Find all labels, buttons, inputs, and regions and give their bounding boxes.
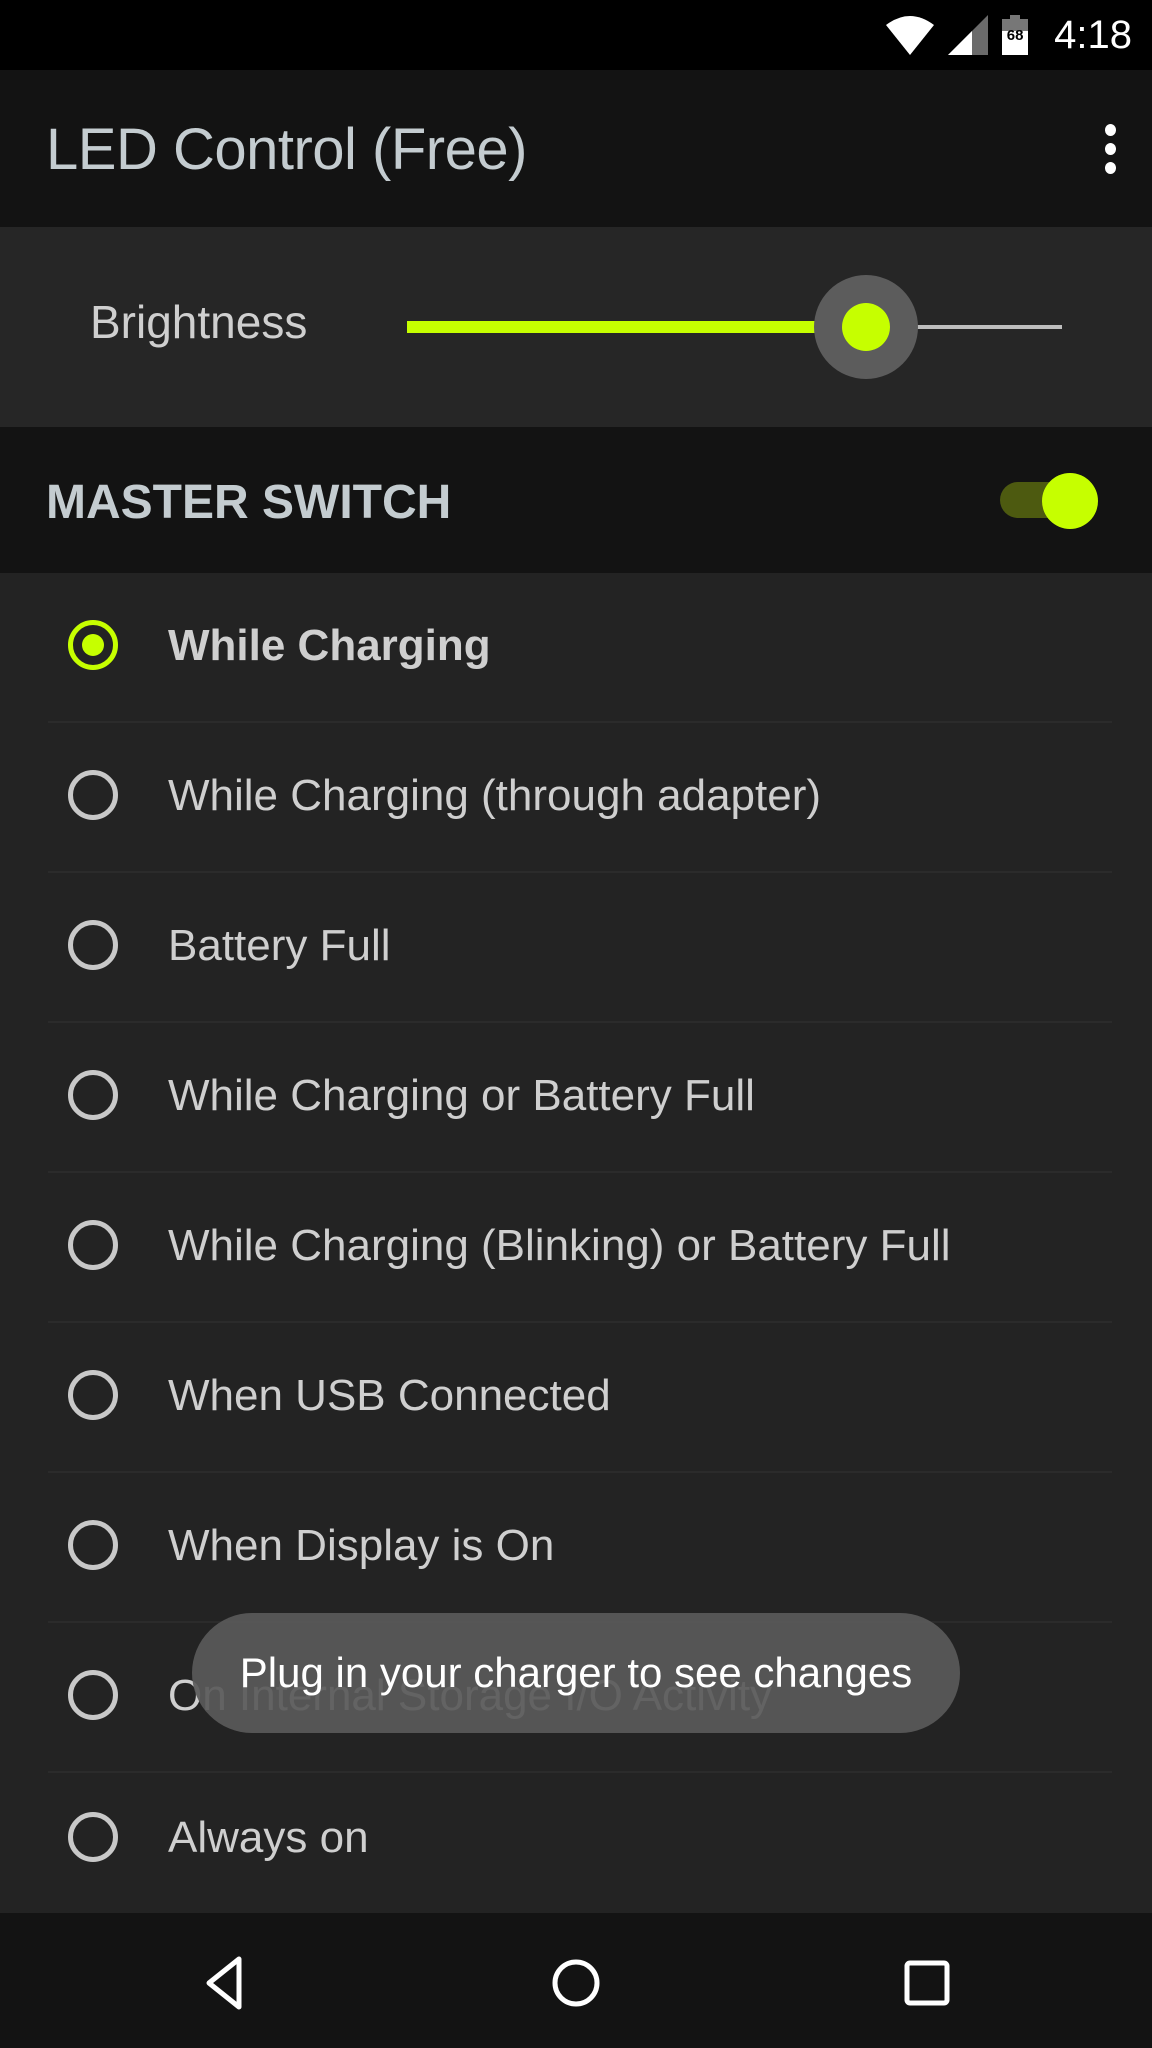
brightness-panel: Brightness (0, 227, 1152, 427)
status-icons: 68 4:18 (886, 0, 1132, 70)
list-item[interactable]: While Charging (through adapter) (0, 723, 1152, 873)
recents-icon[interactable] (897, 1953, 957, 2013)
radio-button[interactable] (68, 1520, 118, 1570)
master-switch-row[interactable]: MASTER SWITCH (0, 427, 1152, 573)
list-item[interactable]: Always on (0, 1765, 1152, 1915)
radio-button[interactable] (68, 920, 118, 970)
overflow-menu-icon[interactable] (1098, 124, 1122, 174)
toast: Plug in your charger to see changes (192, 1613, 960, 1733)
app-title: LED Control (Free) (46, 117, 527, 182)
option-label: Always on (168, 1813, 369, 1862)
list-item[interactable]: Battery Full (0, 873, 1152, 1023)
brightness-slider-thumb[interactable] (841, 303, 890, 351)
list-item[interactable]: While Charging (Blinking) or Battery Ful… (0, 1173, 1152, 1323)
master-switch-thumb[interactable] (1042, 473, 1098, 529)
clock: 4:18 (1054, 12, 1132, 57)
home-icon[interactable] (546, 1953, 606, 2013)
option-label: When Display is On (168, 1521, 555, 1570)
option-label: While Charging (168, 621, 491, 670)
battery-percent: 68 (1006, 27, 1024, 44)
battery-icon: 68 (1002, 15, 1029, 55)
option-label: While Charging (Blinking) or Battery Ful… (168, 1221, 951, 1270)
option-label: While Charging or Battery Full (168, 1071, 755, 1120)
radio-button[interactable] (68, 1812, 118, 1862)
back-icon[interactable] (195, 1953, 255, 2013)
status-bar: 68 4:18 (0, 0, 1152, 70)
radio-button[interactable] (68, 620, 118, 670)
list-item[interactable]: When Display is On (0, 1473, 1152, 1623)
brightness-slider-fill (407, 321, 866, 333)
cell-signal-icon (948, 15, 989, 55)
brightness-label: Brightness (90, 296, 308, 348)
radio-button[interactable] (68, 1370, 118, 1420)
option-label: While Charging (through adapter) (168, 771, 822, 820)
nav-bar (0, 1913, 1152, 2048)
list-item[interactable]: While Charging or Battery Full (0, 1023, 1152, 1173)
option-label: When USB Connected (168, 1371, 611, 1420)
wifi-icon (886, 16, 935, 55)
app-bar: LED Control (Free) (0, 70, 1152, 227)
radio-button[interactable] (68, 1220, 118, 1270)
brightness-slider-track[interactable] (407, 321, 1062, 333)
master-switch-label: MASTER SWITCH (46, 476, 452, 529)
toast-message: Plug in your charger to see changes (239, 1649, 913, 1696)
list-item[interactable]: When USB Connected (0, 1323, 1152, 1473)
radio-button[interactable] (68, 770, 118, 820)
option-label: Battery Full (168, 921, 391, 970)
radio-button[interactable] (68, 1670, 118, 1720)
list-item[interactable]: While Charging (0, 573, 1152, 723)
radio-button[interactable] (68, 1070, 118, 1120)
